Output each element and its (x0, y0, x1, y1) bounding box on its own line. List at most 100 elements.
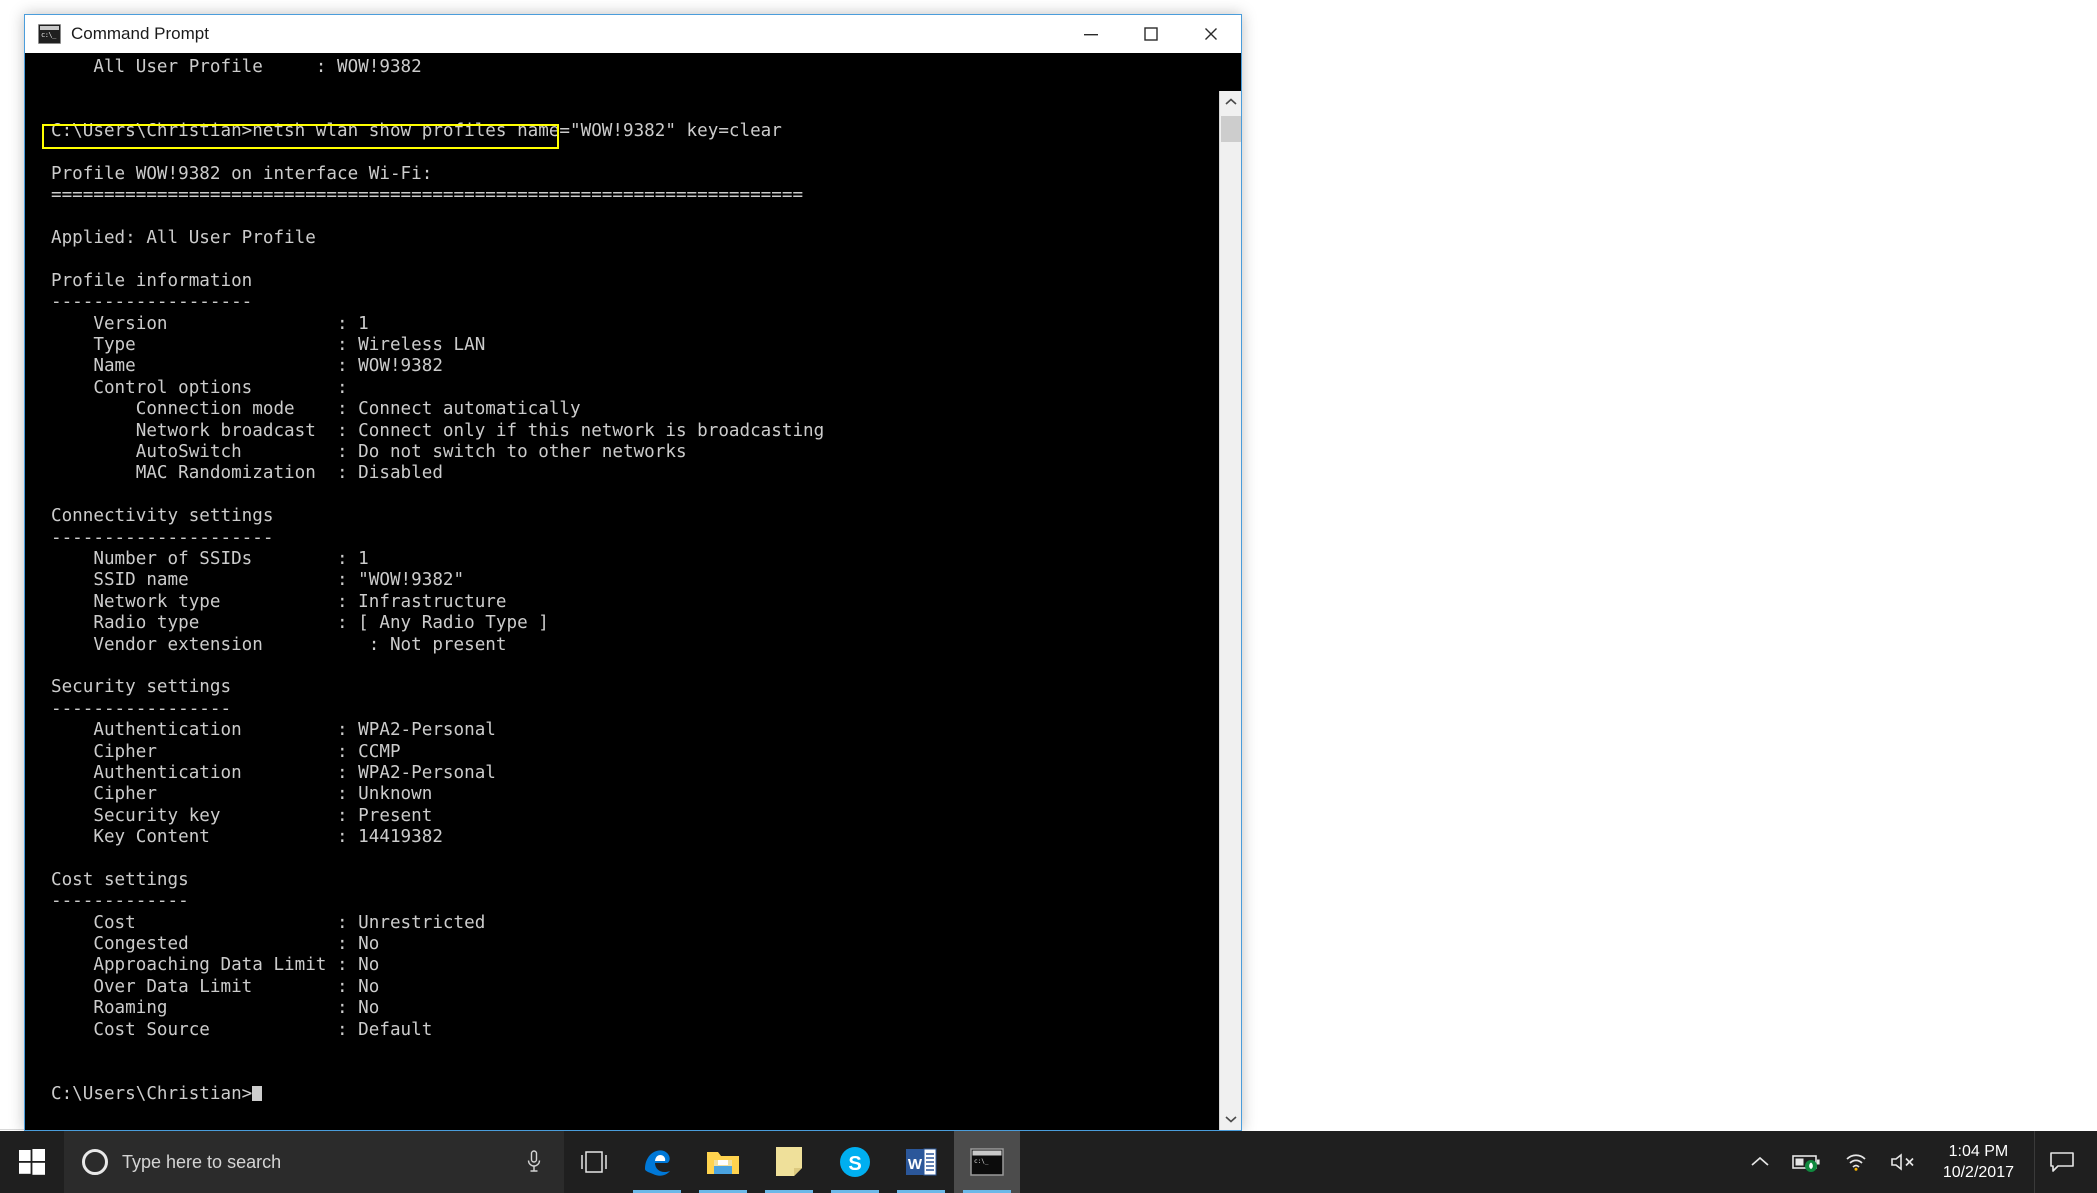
console-line: ------------------- (51, 292, 824, 313)
svg-text:W: W (908, 1156, 923, 1173)
console-caret (252, 1086, 262, 1101)
microphone-icon[interactable] (526, 1149, 542, 1175)
action-center-button[interactable] (2034, 1131, 2091, 1193)
console-line (51, 1041, 824, 1062)
taskbar-app-file-explorer[interactable] (690, 1131, 756, 1193)
windows-logo-icon (19, 1149, 45, 1175)
scrollbar-thumb[interactable] (1221, 116, 1241, 142)
taskbar-app-word[interactable]: W (888, 1131, 954, 1193)
volume-muted-icon (1890, 1152, 1918, 1172)
console-line (51, 250, 824, 271)
console-line: MAC Randomization : Disabled (51, 463, 824, 484)
console-line (51, 100, 824, 121)
maximize-button[interactable] (1121, 15, 1181, 53)
system-tray: 1:04 PM 10/2/2017 (1739, 1131, 2097, 1193)
sticky-notes-icon (774, 1146, 804, 1178)
minimize-icon (1082, 27, 1100, 41)
taskbar-app-microsoft-edge[interactable] (624, 1131, 690, 1193)
file-explorer-icon (705, 1147, 741, 1177)
show-hidden-icons-button[interactable] (1739, 1131, 1781, 1193)
chevron-down-icon (1225, 1115, 1237, 1123)
action-center-icon (2049, 1150, 2075, 1174)
taskbar-app-command-prompt[interactable]: c:\_ (954, 1131, 1020, 1193)
console-line: Radio type : [ Any Radio Type ] (51, 613, 824, 634)
console-line (51, 848, 824, 869)
microphone-glyph (526, 1149, 542, 1175)
command-prompt-icon (38, 24, 61, 44)
console-line: Number of SSIDs : 1 (51, 549, 824, 570)
console-text: All User Profile : WOW!9382 C:\Users\Chri… (25, 53, 824, 1105)
console-line (51, 656, 824, 677)
console-output-area[interactable]: All User Profile : WOW!9382 C:\Users\Chri… (25, 53, 1241, 1130)
console-line: Cipher : CCMP (51, 742, 824, 763)
scroll-up-button[interactable] (1220, 91, 1241, 113)
console-line: Roaming : No (51, 998, 824, 1019)
console-line: Key Content : 14419382 (51, 827, 824, 848)
console-line: Authentication : WPA2-Personal (51, 763, 824, 784)
console-line: Vendor extension : Not present (51, 635, 824, 656)
console-line: Network broadcast : Connect only if this… (51, 421, 824, 442)
start-button[interactable] (0, 1131, 64, 1193)
console-line (51, 1062, 824, 1083)
task-view-button[interactable] (564, 1131, 624, 1193)
console-line: --------------------- (51, 528, 824, 549)
console-line: ----------------- (51, 699, 824, 720)
console-line: Profile WOW!9382 on interface Wi-Fi: (51, 164, 824, 185)
svg-text:c:\_: c:\_ (974, 1158, 989, 1165)
console-line: Profile information (51, 271, 824, 292)
console-line: Network type : Infrastructure (51, 592, 824, 613)
battery-status-button[interactable] (1781, 1131, 1833, 1193)
command-prompt-window[interactable]: Command Prompt All User Profile : WOW!93… (24, 14, 1242, 1131)
scroll-down-button[interactable] (1220, 1108, 1241, 1130)
console-line (51, 143, 824, 164)
console-line: SSID name : "WOW!9382" (51, 570, 824, 591)
cortana-ring-icon (82, 1149, 108, 1175)
console-line: Cost settings (51, 870, 824, 891)
console-line: ========================================… (51, 185, 824, 206)
window-titlebar[interactable]: Command Prompt (25, 15, 1241, 53)
scrollbar-track[interactable] (1220, 113, 1241, 1108)
clock-time: 1:04 PM (1949, 1141, 2009, 1162)
console-line: Cost Source : Default (51, 1020, 824, 1041)
console-line: AutoSwitch : Do not switch to other netw… (51, 442, 824, 463)
console-line: Approaching Data Limit : No (51, 955, 824, 976)
taskbar-clock[interactable]: 1:04 PM 10/2/2017 (1929, 1131, 2028, 1193)
console-line: Type : Wireless LAN (51, 335, 824, 356)
taskbar: Type here to search (0, 1131, 2097, 1193)
close-button[interactable] (1181, 15, 1241, 53)
console-line: ------------- (51, 891, 824, 912)
console-line: Cipher : Unknown (51, 784, 824, 805)
window-title: Command Prompt (71, 24, 209, 44)
edge-icon (640, 1145, 674, 1179)
word-icon: W (904, 1146, 938, 1178)
console-line: Version : 1 (51, 314, 824, 335)
console-line: Cost : Unrestricted (51, 913, 824, 934)
console-line: All User Profile : WOW!9382 (51, 57, 824, 78)
search-box[interactable]: Type here to search (64, 1131, 564, 1193)
console-line: Authentication : WPA2-Personal (51, 720, 824, 741)
console-line: Applied: All User Profile (51, 228, 824, 249)
minimize-button[interactable] (1061, 15, 1121, 53)
console-line: C:\Users\Christian> (51, 1084, 824, 1105)
console-line: Control options : (51, 378, 824, 399)
task-view-icon (577, 1150, 611, 1174)
console-line: Connection mode : Connect automatically (51, 399, 824, 420)
skype-icon: S (838, 1145, 872, 1179)
close-icon (1202, 25, 1220, 43)
console-line: Over Data Limit : No (51, 977, 824, 998)
volume-button[interactable] (1879, 1131, 1929, 1193)
desktop: Command Prompt All User Profile : WOW!93… (0, 0, 2097, 1193)
network-status-button[interactable] (1833, 1131, 1879, 1193)
maximize-icon (1142, 25, 1160, 43)
taskbar-app-skype[interactable]: S (822, 1131, 888, 1193)
svg-text:S: S (848, 1153, 861, 1175)
console-line (51, 207, 824, 228)
taskbar-app-sticky-notes[interactable] (756, 1131, 822, 1193)
wifi-icon (1844, 1152, 1868, 1172)
console-line (51, 78, 824, 99)
console-vertical-scrollbar[interactable] (1219, 91, 1241, 1130)
console-line: Security key : Present (51, 806, 824, 827)
console-line: Name : WOW!9382 (51, 356, 824, 377)
search-input[interactable]: Type here to search (122, 1152, 526, 1173)
battery-icon (1792, 1152, 1822, 1172)
